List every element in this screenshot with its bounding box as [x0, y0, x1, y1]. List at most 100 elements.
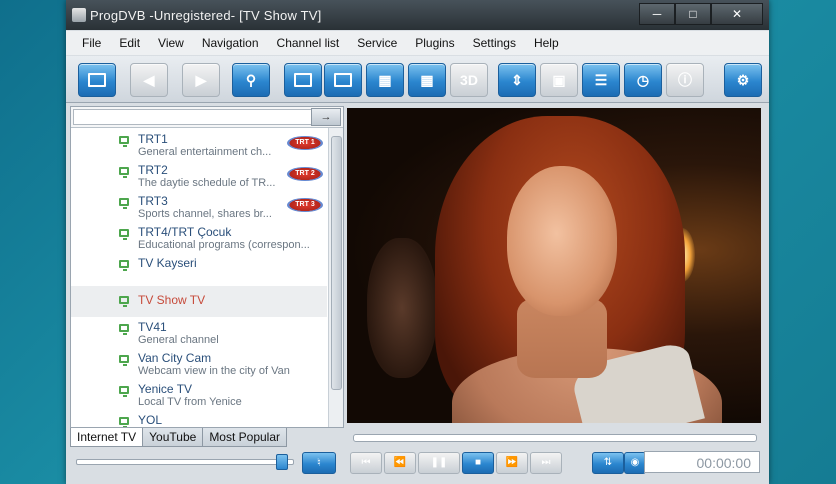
menu-channel-list[interactable]: Channel list — [268, 36, 349, 50]
next-channel-button[interactable]: ▶ — [182, 63, 220, 97]
info-button[interactable]: ⓘ — [666, 63, 704, 97]
list-item[interactable]: YOL — [71, 411, 327, 427]
grid-16-icon: ▦ — [420, 71, 434, 88]
menu-settings[interactable]: Settings — [464, 36, 525, 50]
channel-name: TRT4/TRT Çocuk — [138, 225, 232, 239]
title-bar[interactable]: ProgDVB -Unregistered- [TV Show TV] ─ □ … — [66, 0, 769, 30]
tv-icon — [119, 296, 129, 307]
stop-button[interactable]: ■ — [462, 452, 494, 474]
search-input[interactable] — [73, 109, 313, 125]
epg-button[interactable]: ☰ — [582, 63, 620, 97]
video-player[interactable] — [347, 108, 761, 423]
skip-forward-icon: ⏭ — [541, 457, 551, 468]
skip-forward-button[interactable]: ⏭ — [530, 452, 562, 474]
arrow-left-icon: ◀ — [143, 71, 155, 88]
window-icon — [88, 73, 106, 87]
menu-navigation[interactable]: Navigation — [193, 36, 268, 50]
tab-youtube[interactable]: YouTube — [142, 428, 204, 447]
menu-file[interactable]: File — [66, 36, 110, 50]
list-item[interactable]: TRT2 The daytie schedule of TR... TRT 2 — [71, 161, 327, 192]
menu-plugins[interactable]: Plugins — [406, 36, 463, 50]
volume-slider-handle[interactable] — [275, 454, 288, 470]
channel-description: Educational programs (correspon... — [138, 239, 310, 251]
menu-service[interactable]: Service — [348, 36, 406, 50]
menu-bar: File Edit View Navigation Channel list S… — [66, 31, 769, 55]
list-item[interactable]: TV Kayseri — [71, 254, 327, 285]
audio-tracks-icon: ⇅ — [603, 457, 613, 468]
window-title: ProgDVB -Unregistered- [TV Show TV] — [90, 8, 322, 23]
channel-name: Yenice TV — [138, 382, 193, 396]
3d-button[interactable]: 3D — [450, 63, 488, 97]
tv-icon — [119, 167, 129, 178]
search-button[interactable]: ⚲ — [232, 63, 270, 97]
rewind-button[interactable]: ⏪ — [384, 452, 416, 474]
close-button[interactable]: ✕ — [711, 3, 763, 25]
window-controls: ─ □ ✕ — [639, 3, 763, 25]
list-item[interactable]: Yenice TV Local TV from Yenice — [71, 380, 327, 411]
list-icon: ☰ — [594, 71, 608, 88]
channel-name: YOL — [138, 413, 163, 427]
pause-button[interactable]: ❚❚ — [418, 452, 460, 474]
list-scrollbar[interactable] — [328, 128, 343, 427]
window-mode-button[interactable] — [284, 63, 322, 97]
prev-channel-button[interactable]: ◀ — [130, 63, 168, 97]
tv-icon — [119, 324, 129, 335]
channel-list-button[interactable] — [78, 63, 116, 97]
channel-name: TV41 — [138, 320, 167, 334]
channel-name: TV Show TV — [138, 293, 206, 307]
maximize-button[interactable]: □ — [675, 3, 711, 25]
minimize-button[interactable]: ─ — [639, 3, 675, 25]
channel-description: General channel — [138, 334, 219, 346]
channel-logo: TRT 1 — [287, 136, 323, 150]
list-item[interactable]: TV41 General channel — [71, 318, 327, 349]
list-item[interactable]: TRT4/TRT Çocuk Educational programs (cor… — [71, 223, 327, 254]
toolbar: ◀ ▶ ⚲ ▦ ▦ 3D ⇕ ▣ ☰ ◷ ⓘ ⚙ — [66, 56, 769, 103]
tv-icon — [119, 417, 129, 427]
record-button[interactable]: ◉ — [624, 452, 646, 474]
skip-back-button[interactable]: ⏮ — [350, 452, 382, 474]
channel-logo: TRT 2 — [287, 167, 323, 181]
volume-slider[interactable] — [76, 459, 294, 465]
scrollbar-thumb[interactable] — [331, 136, 342, 390]
app-window: ProgDVB -Unregistered- [TV Show TV] ─ □ … — [66, 0, 769, 484]
menu-view[interactable]: View — [149, 36, 193, 50]
seek-bar[interactable] — [353, 434, 757, 442]
volume-row: ♮ — [70, 450, 342, 478]
window-mode-icon — [294, 73, 312, 87]
settings-button[interactable]: ⚙ — [724, 63, 762, 97]
grid-4-button[interactable]: ▦ — [366, 63, 404, 97]
tv-icon — [119, 386, 129, 397]
fullscreen-icon — [334, 73, 352, 87]
fast-forward-button[interactable]: ⏩ — [496, 452, 528, 474]
pause-icon: ❚❚ — [430, 457, 448, 468]
time-display: 00:00:00 — [644, 451, 760, 473]
tab-internet-tv[interactable]: Internet TV — [70, 428, 144, 447]
list-item[interactable]: TRT3 Sports channel, shares br... TRT 3 — [71, 192, 327, 223]
list-item[interactable]: Van City Cam Webcam view in the city of … — [71, 349, 327, 380]
teletext-button[interactable]: ▣ — [540, 63, 578, 97]
search-go-button[interactable]: → — [311, 108, 341, 126]
search-row: → — [71, 107, 343, 128]
grid-16-button[interactable]: ▦ — [408, 63, 446, 97]
menu-edit[interactable]: Edit — [110, 36, 149, 50]
channel-name: Van City Cam — [138, 351, 212, 365]
tab-most-popular[interactable]: Most Popular — [202, 428, 288, 447]
mute-button[interactable]: ♮ — [302, 452, 336, 474]
list-item[interactable]: TRT1 General entertainment ch... TRT 1 — [71, 130, 327, 161]
aspect-icon: ⇕ — [511, 71, 523, 88]
search-icon: ⚲ — [245, 71, 257, 88]
tv-icon — [119, 355, 129, 366]
channel-logo: TRT 3 — [287, 198, 323, 212]
clock-icon: ◷ — [636, 71, 650, 88]
channel-description: Local TV from Yenice — [138, 396, 242, 408]
audio-tracks-button[interactable]: ⇅ — [592, 452, 624, 474]
aspect-button[interactable]: ⇕ — [498, 63, 536, 97]
fullscreen-button[interactable] — [324, 63, 362, 97]
scheduler-button[interactable]: ◷ — [624, 63, 662, 97]
tv-icon — [119, 229, 129, 240]
gear-icon: ⚙ — [736, 71, 750, 88]
app-icon — [72, 8, 86, 22]
list-item-selected[interactable]: TV Show TV — [71, 286, 327, 317]
fast-forward-icon: ⏩ — [505, 457, 519, 468]
menu-help[interactable]: Help — [525, 36, 568, 50]
